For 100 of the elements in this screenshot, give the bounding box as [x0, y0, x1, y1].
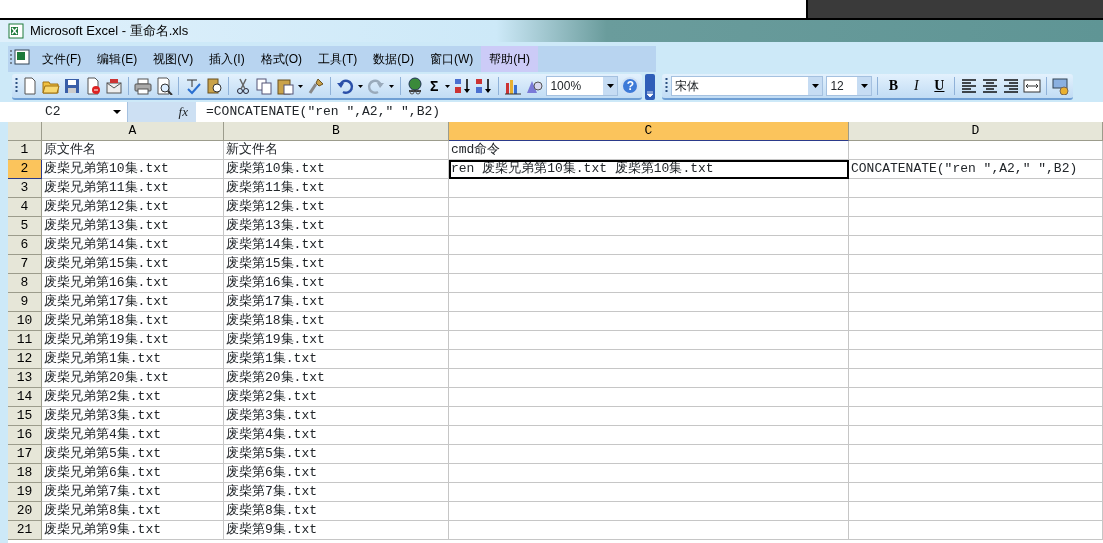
row-header[interactable]: 6: [8, 236, 42, 255]
sort-ascending-icon[interactable]: [454, 77, 473, 95]
empty-cell[interactable]: [449, 521, 849, 540]
row-header[interactable]: 9: [8, 293, 42, 312]
undo-arrow-icon[interactable]: [336, 77, 354, 95]
copy-icon[interactable]: [255, 77, 273, 95]
sort-descending-icon[interactable]: [475, 77, 494, 95]
email-icon[interactable]: [105, 77, 123, 95]
column-header[interactable]: B: [224, 122, 449, 141]
menu-item[interactable]: 帮助(H): [481, 46, 538, 72]
function-label[interactable]: fx: [178, 102, 188, 122]
empty-cell[interactable]: [849, 464, 1103, 483]
underline-button[interactable]: U: [929, 79, 950, 93]
empty-cell[interactable]: [849, 274, 1103, 293]
empty-cell[interactable]: [849, 369, 1103, 388]
empty-cell[interactable]: [449, 483, 849, 502]
empty-cell[interactable]: [449, 407, 849, 426]
empty-cell[interactable]: [849, 217, 1103, 236]
empty-cell[interactable]: [449, 331, 849, 350]
research-book-icon[interactable]: [205, 77, 223, 95]
menu-item[interactable]: 文件(F): [34, 46, 90, 72]
sum-button[interactable]: Σ: [427, 79, 442, 93]
align-center-icon[interactable]: [981, 77, 1000, 95]
row-header[interactable]: 20: [8, 502, 42, 521]
bold-button[interactable]: B: [883, 79, 904, 93]
empty-cell[interactable]: [449, 274, 849, 293]
empty-cell[interactable]: [849, 331, 1103, 350]
empty-cell[interactable]: [449, 217, 849, 236]
empty-cell[interactable]: [449, 445, 849, 464]
empty-cell[interactable]: [449, 255, 849, 274]
row-header[interactable]: 16: [8, 426, 42, 445]
empty-cell[interactable]: [849, 521, 1103, 540]
empty-cell[interactable]: [849, 293, 1103, 312]
row-header[interactable]: 21: [8, 521, 42, 540]
merge-center-icon[interactable]: [1023, 77, 1042, 95]
empty-cell[interactable]: [849, 198, 1103, 217]
empty-cell[interactable]: [449, 198, 849, 217]
format-brush-icon[interactable]: [307, 77, 325, 95]
empty-cell[interactable]: [449, 350, 849, 369]
row-header[interactable]: 7: [8, 255, 42, 274]
row-header[interactable]: 2: [8, 160, 42, 179]
clipboard-icon[interactable]: [276, 77, 294, 95]
row-header[interactable]: 15: [8, 407, 42, 426]
menu-item[interactable]: 数据(D): [365, 46, 422, 72]
empty-cell[interactable]: [849, 483, 1103, 502]
row-header[interactable]: 10: [8, 312, 42, 331]
menu-item[interactable]: 插入(I): [201, 46, 253, 72]
printer-icon[interactable]: [134, 77, 152, 95]
empty-cell[interactable]: [449, 312, 849, 331]
row-header[interactable]: 14: [8, 388, 42, 407]
empty-cell[interactable]: [849, 255, 1103, 274]
italic-button[interactable]: I: [906, 79, 927, 93]
font-size-dropdown[interactable]: 12: [826, 76, 873, 96]
row-header[interactable]: 18: [8, 464, 42, 483]
empty-cell[interactable]: [849, 179, 1103, 198]
menu-item[interactable]: 编辑(E): [89, 46, 146, 72]
empty-cell[interactable]: [449, 388, 849, 407]
empty-cell[interactable]: [449, 293, 849, 312]
empty-cell[interactable]: [849, 141, 1103, 160]
row-header[interactable]: 8: [8, 274, 42, 293]
column-header[interactable]: A: [42, 122, 224, 141]
zoom-dropdown[interactable]: 100%: [546, 76, 619, 96]
active-cell[interactable]: ren 废柴兄弟第10集.txt 废柴第10集.txt: [449, 160, 849, 179]
new-document-icon[interactable]: [21, 77, 39, 95]
empty-cell[interactable]: [849, 426, 1103, 445]
document-permission-icon[interactable]: [84, 77, 102, 95]
caret-icon[interactable]: [113, 109, 121, 115]
menu-item[interactable]: 格式(O): [252, 46, 310, 72]
row-header[interactable]: 13: [8, 369, 42, 388]
align-left-icon[interactable]: [960, 77, 979, 95]
empty-cell[interactable]: [449, 464, 849, 483]
menu-item[interactable]: 工具(T): [310, 46, 366, 72]
menu-item[interactable]: 窗口(W): [422, 46, 482, 72]
row-header[interactable]: 1: [8, 141, 42, 160]
formula-field[interactable]: =CONCATENATE("ren ",A2," ",B2): [196, 102, 441, 122]
print-preview-icon[interactable]: [155, 77, 173, 95]
empty-cell[interactable]: [849, 502, 1103, 521]
column-header[interactable]: D: [849, 122, 1103, 141]
select-all-corner[interactable]: [8, 122, 42, 141]
empty-cell[interactable]: [449, 426, 849, 445]
align-right-icon[interactable]: [1002, 77, 1021, 95]
spelling-check-icon[interactable]: [184, 77, 202, 95]
menu-item[interactable]: 视图(V): [145, 46, 202, 72]
row-header[interactable]: 5: [8, 217, 42, 236]
row-header[interactable]: 11: [8, 331, 42, 350]
row-header[interactable]: 3: [8, 179, 42, 198]
empty-cell[interactable]: [849, 407, 1103, 426]
empty-cell[interactable]: [849, 445, 1103, 464]
empty-cell[interactable]: [849, 388, 1103, 407]
empty-cell[interactable]: [449, 502, 849, 521]
empty-cell[interactable]: [449, 179, 849, 198]
empty-cell[interactable]: [449, 236, 849, 255]
row-header[interactable]: 17: [8, 445, 42, 464]
empty-cell[interactable]: [849, 312, 1103, 331]
scissors-icon[interactable]: [234, 77, 252, 95]
help-button[interactable]: ?: [621, 77, 640, 95]
row-header[interactable]: 12: [8, 350, 42, 369]
empty-cell[interactable]: [449, 369, 849, 388]
currency-icon[interactable]: [1052, 77, 1071, 95]
empty-cell[interactable]: [849, 350, 1103, 369]
